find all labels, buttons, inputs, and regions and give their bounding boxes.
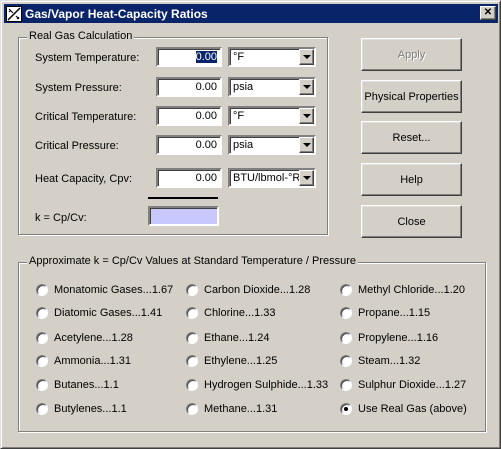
- apply-button[interactable]: Apply: [361, 38, 462, 71]
- radio-chlorine[interactable]: Chlorine...1.33: [186, 307, 276, 319]
- radio-acetylene[interactable]: Acetylene...1.28: [36, 332, 133, 344]
- radio-steam[interactable]: Steam...1.32: [340, 355, 420, 367]
- critical-pressure-unit-select[interactable]: psia: [228, 135, 316, 155]
- system-temperature-input[interactable]: 0.00: [156, 47, 222, 67]
- radio-button-icon[interactable]: [186, 403, 198, 415]
- critical-temperature-unit-select[interactable]: °F: [228, 106, 316, 126]
- radio-button-icon[interactable]: [340, 332, 352, 344]
- title-bar[interactable]: Gas/Vapor Heat-Capacity Ratios ✕: [4, 4, 498, 23]
- app-icon[interactable]: [6, 5, 22, 22]
- radio-ethylene[interactable]: Ethylene...1.25: [186, 355, 277, 367]
- radio-button-icon[interactable]: [340, 379, 352, 391]
- critical-pressure-label: Critical Pressure:: [35, 140, 119, 152]
- window-title: Gas/Vapor Heat-Capacity Ratios: [25, 6, 208, 21]
- system-pressure-unit: psia: [233, 81, 254, 93]
- chevron-down-icon[interactable]: [299, 49, 314, 65]
- k-ratio-output: [148, 206, 219, 226]
- system-temperature-unit-select[interactable]: °F: [228, 47, 316, 67]
- heat-capacity-unit-select[interactable]: BTU/lbmol-°R: [228, 168, 316, 188]
- radio-button-icon[interactable]: [36, 379, 48, 391]
- critical-temperature-label: Critical Temperature:: [35, 111, 137, 123]
- close-icon: ✕: [483, 7, 493, 18]
- radio-button-selected-icon[interactable]: [340, 403, 352, 415]
- radio-propane[interactable]: Propane...1.15: [340, 307, 430, 319]
- radio-button-icon[interactable]: [340, 307, 352, 319]
- radio-button-icon[interactable]: [36, 355, 48, 367]
- heat-capacity-input[interactable]: 0.00: [156, 168, 222, 188]
- real-gas-group-label: Real Gas Calculation: [27, 30, 135, 42]
- reset-button[interactable]: Reset...: [361, 121, 462, 154]
- chevron-down-icon[interactable]: [299, 108, 314, 124]
- radio-ethane[interactable]: Ethane...1.24: [186, 332, 269, 344]
- fraction-divider: [148, 197, 218, 199]
- radio-hydrogen-sulphide[interactable]: Hydrogen Sulphide...1.33: [186, 379, 328, 391]
- critical-temperature-input[interactable]: 0.00: [156, 106, 222, 126]
- system-pressure-label: System Pressure:: [35, 82, 122, 94]
- approx-values-group-label: Approximate k = Cp/Cv Values at Standard…: [27, 255, 359, 267]
- radio-button-icon[interactable]: [36, 332, 48, 344]
- physical-properties-button[interactable]: Physical Properties: [361, 80, 462, 113]
- help-button[interactable]: Help: [361, 163, 462, 196]
- radio-propylene[interactable]: Propylene...1.16: [340, 332, 438, 344]
- radio-button-icon[interactable]: [186, 332, 198, 344]
- radio-button-icon[interactable]: [36, 403, 48, 415]
- radio-butylenes[interactable]: Butylenes...1.1: [36, 403, 127, 415]
- dialog-window: Gas/Vapor Heat-Capacity Ratios ✕ Real Ga…: [0, 0, 501, 449]
- radio-button-icon[interactable]: [340, 284, 352, 296]
- radio-monatomic-gases[interactable]: Monatomic Gases...1.67: [36, 284, 173, 296]
- system-pressure-unit-select[interactable]: psia: [228, 77, 316, 97]
- radio-button-icon[interactable]: [36, 284, 48, 296]
- radio-button-icon[interactable]: [186, 284, 198, 296]
- radio-diatomic-gases[interactable]: Diatomic Gases...1.41: [36, 307, 162, 319]
- radio-methyl-chloride[interactable]: Methyl Chloride...1.20: [340, 284, 465, 296]
- radio-button-icon[interactable]: [186, 307, 198, 319]
- close-window-button[interactable]: ✕: [480, 6, 496, 20]
- radio-button-icon[interactable]: [186, 379, 198, 391]
- system-pressure-input[interactable]: 0.00: [156, 77, 222, 97]
- heat-capacity-unit: BTU/lbmol-°R: [233, 172, 301, 184]
- radio-use-real-gas[interactable]: Use Real Gas (above): [340, 403, 467, 415]
- radio-butanes[interactable]: Butanes...1.1: [36, 379, 119, 391]
- system-temperature-label: System Temperature:: [35, 52, 140, 64]
- radio-button-icon[interactable]: [186, 355, 198, 367]
- heat-capacity-label: Heat Capacity, Cpv:: [35, 173, 133, 185]
- radio-button-icon[interactable]: [36, 307, 48, 319]
- chevron-down-icon[interactable]: [299, 79, 314, 95]
- critical-temperature-unit: °F: [233, 110, 245, 122]
- system-temperature-unit: °F: [233, 51, 245, 63]
- critical-pressure-unit: psia: [233, 139, 254, 151]
- radio-sulphur-dioxide[interactable]: Sulphur Dioxide...1.27: [340, 379, 466, 391]
- chevron-down-icon[interactable]: [299, 170, 314, 186]
- radio-ammonia[interactable]: Ammonia...1.31: [36, 355, 131, 367]
- k-ratio-label: k = Cp/Cv:: [35, 212, 87, 224]
- radio-carbon-dioxide[interactable]: Carbon Dioxide...1.28: [186, 284, 310, 296]
- radio-button-icon[interactable]: [340, 355, 352, 367]
- critical-pressure-input[interactable]: 0.00: [156, 135, 222, 155]
- chevron-down-icon[interactable]: [299, 137, 314, 153]
- radio-methane[interactable]: Methane...1.31: [186, 403, 277, 415]
- close-button[interactable]: Close: [361, 205, 462, 238]
